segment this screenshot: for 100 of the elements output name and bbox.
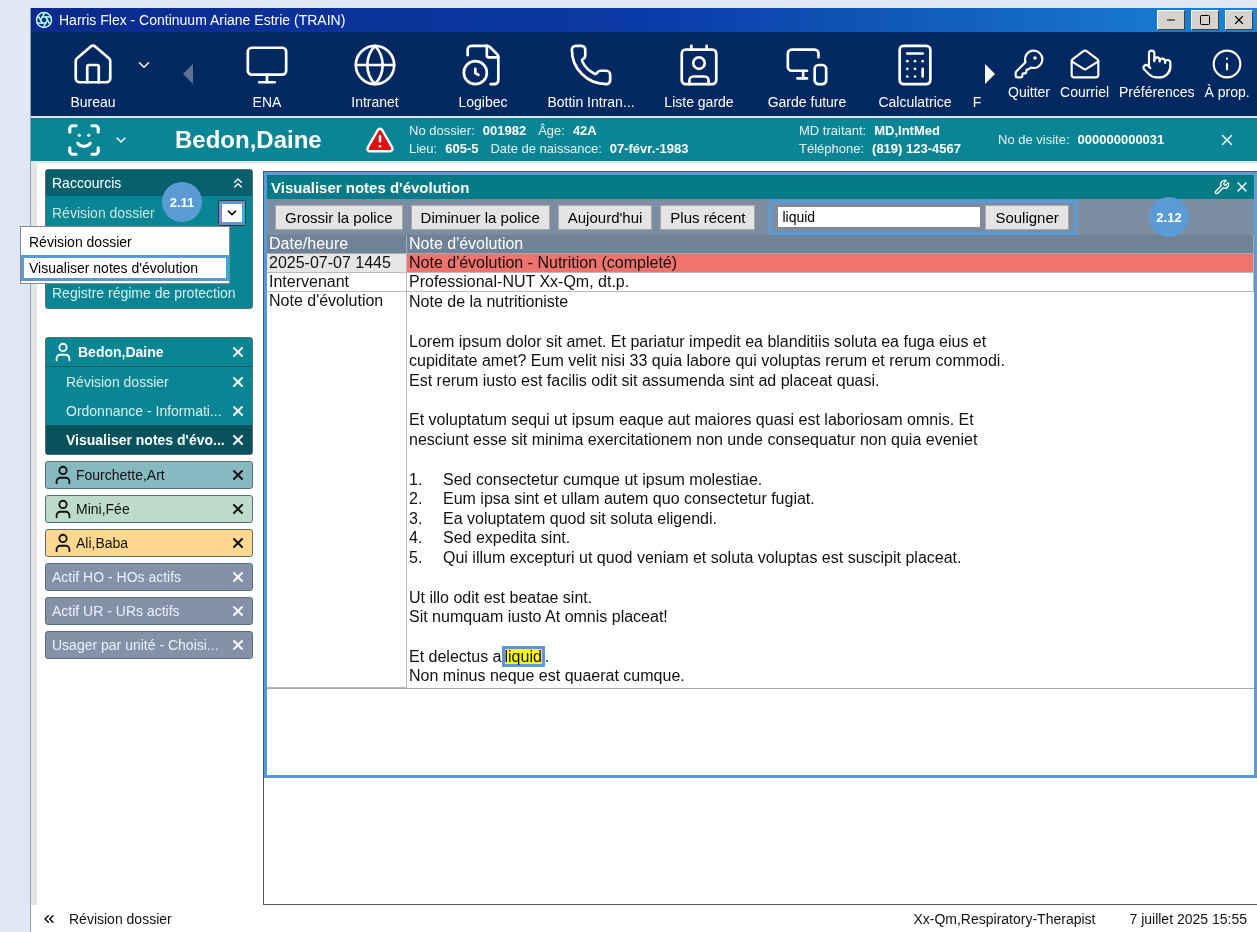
toolbar-button[interactable]: Bottin Intran... [537,32,645,116]
patient-tab[interactable]: Fourchette,Art [45,461,253,489]
close-icon [1232,13,1246,27]
status-user: Xx-Qm,Respiratory-Therapist [913,910,1096,927]
note-paragraph: Ut illo odit est beatae sint. [409,587,594,608]
note-paragraph: Sit numquam iusto At omnis placeat! [409,607,669,627]
list-number: 2. [409,489,424,509]
app-logo-icon [35,11,53,29]
table-cell: Note d'évolution [267,292,407,688]
toolbar-icon [1140,48,1173,80]
toolbar-icon [1068,48,1101,80]
search-field[interactable]: liquid [777,206,982,228]
menu-item[interactable]: Visualiser notes d'évolution [21,255,229,281]
toolbar-button[interactable]: Aujourd'hui [557,204,653,230]
field-value: 42A [572,123,597,138]
toolbar-icon [352,42,398,88]
menu-item[interactable]: Révision dossier [21,229,229,255]
patient-name: Fourchette,Art [76,467,165,483]
minimize-button[interactable] [1157,10,1185,30]
field-value: 001982 [482,123,527,138]
table-cell: Professional-NUT Xx-Qm, dt.p. [407,273,1254,292]
item-label: Révision dossier [65,373,169,390]
close-button[interactable] [1225,10,1253,30]
field-label: Lieu: [409,141,438,156]
list-item-text: Eum ipsa sint et ullam autem quo consectetur fugiat. [443,490,815,508]
scroll-right-icon[interactable] [985,64,995,84]
toolbar-button[interactable]: Préférences [1114,32,1200,116]
table-cell: Note d'évolution - Nutrition (completé) [407,254,1254,273]
close-icon[interactable] [230,535,246,551]
window-title: Harris Flex - Continuum Ariane Estrie (TRAIN) [59,12,347,28]
field-value: 605-5 [445,141,479,156]
toolbar-icon [1013,48,1045,80]
list-number: 5. [409,547,424,568]
toolbar-button[interactable]: Bureau [39,32,147,116]
table-cell: Intervenant [267,273,407,292]
list-number: 3. [409,508,424,529]
toolbar-button[interactable]: Calculatrice [861,32,969,116]
toolbar-button[interactable]: ENA [213,32,321,116]
status-text: Révision dossier [69,910,173,927]
toolbar-button[interactable]: À prop. [1199,32,1255,116]
toolbar-icon [568,42,614,88]
field-value: (819) 123-4567 [872,141,961,156]
item-label: Ordonnance - Informati... [65,402,222,419]
toolbar-button[interactable]: Garde future [753,32,861,116]
toolbar-button[interactable]: Plus récent [660,204,756,230]
list-label: Usager par unité - Choisi... [52,637,219,653]
panel-title: Visualiser notes d'évolution [271,178,470,196]
status-datetime: 7 juillet 2025 15:55 [1129,910,1247,927]
note-paragraph: Non minus neque est quaerat cumque. [409,666,686,686]
field-value: 000000000031 [1077,132,1165,147]
column-header: Note d'évolution [407,235,1254,254]
note-paragraph: Note de la nutritioniste [409,292,570,312]
maximize-icon [1199,14,1211,26]
toolbar-button[interactable]: F [969,32,985,116]
patient-name: Mini,Fée [76,501,130,517]
field-label: No de visite: [998,132,1070,147]
list-number: 4. [409,528,424,548]
field-label: No dossier: [409,123,475,138]
patient-tab[interactable]: Mini,Fée [45,495,253,523]
wrench-icon[interactable] [1214,179,1230,195]
patient-item[interactable]: Révision dossier [46,367,252,396]
toolbar-button[interactable]: Courriel [1055,32,1115,116]
shortcut-item[interactable]: Registre régime de protection [52,285,236,301]
field-label: Date de naissance: [490,141,602,156]
toolbar-button[interactable]: Intranet [321,32,429,116]
patient-item[interactable]: Visualiser notes d'évo... [46,425,252,454]
toolbar-button[interactable]: Logibec [429,32,537,116]
list-label: Actif HO - HOs actifs [52,569,182,585]
field-label: MD traitant: [799,123,867,138]
list-label: Actif UR - URs actifs [52,603,180,619]
dropdown-button[interactable] [218,200,246,226]
note-paragraph: Et voluptatum sequi ut ipsum eaque aut maiores quasi est laboriosam omnis. Et nesciunt esse sit minima exercitationem non unde consequatur non quia eveniet [409,410,979,450]
item-label: Visualiser notes d'évo... [65,431,225,448]
toolbar-button[interactable]: Diminuer la police [410,204,550,230]
list-item-text: Qui illum excepturi ut quod veniam et soluta voluptas est suscipit placeat. [443,548,962,566]
patient-item[interactable]: Ordonnance - Informati... [46,396,252,425]
table-cell: 2025-07-07 1445 [267,254,407,273]
toolbar-button[interactable]: Liste garde [645,32,753,116]
scroll-left-icon[interactable] [183,64,193,84]
list-item-text: Ea voluptatem quod sit soluta eligendi. [443,509,717,527]
note-paragraph: Et delectus a liquid . [409,646,551,667]
patient-name[interactable]: Bedon,Daine [78,344,164,360]
callout-badge: 2.11 [162,182,202,222]
underline-button[interactable]: Souligner [985,204,1069,230]
close-icon[interactable] [230,501,246,517]
field-value: MD,IntMed [874,123,940,138]
patient-name: Bedon,Daine [175,125,323,154]
patient-tab[interactable]: Ali,Baba [45,529,253,557]
note-paragraph: Lorem ipsum dolor sit amet. Et pariatur impedit ea blanditiis soluta ea fuga eius et cupiditate amet? Eum velit nisi 33 quia labore qui voluptas rerum et rerum commodi. Est rerum iusto est facilis odit sit assumenda sint ad placeat quasi. [409,331,1006,391]
toolbar-icon [1211,48,1244,80]
toolbar-button[interactable]: Quitter [1003,32,1055,116]
maximize-button[interactable] [1191,10,1219,30]
list-number: 1. [409,469,424,490]
list-item-text: Sed expedita sint. [443,529,571,547]
column-header: Date/heure [267,235,407,254]
field-value: 07-févr.-1983 [609,141,689,156]
field-label: Téléphone: [799,141,865,156]
close-icon[interactable] [230,467,246,483]
list-item-text: Sed consectetur cumque ut ipsum molestiae. [443,470,763,488]
toolbar-button[interactable]: Grossir la police [275,204,403,230]
